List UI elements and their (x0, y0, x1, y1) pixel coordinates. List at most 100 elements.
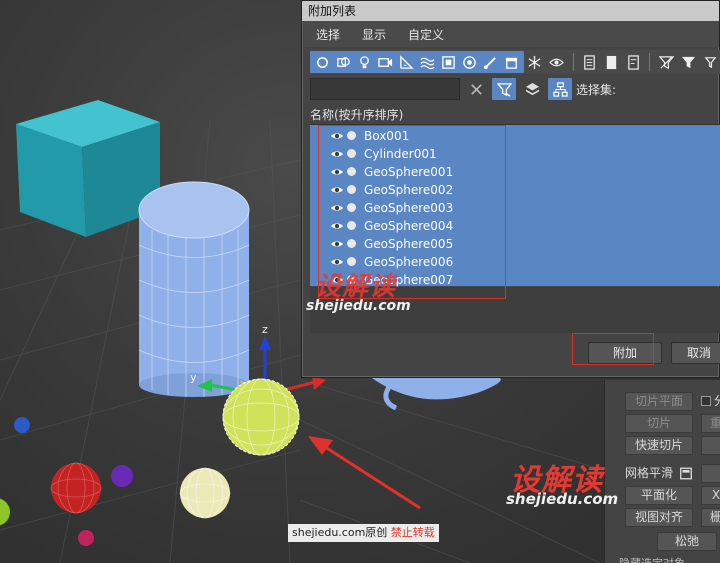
grid-align-button[interactable]: 栅 (701, 508, 720, 527)
list-item[interactable]: GeoSphere003 (310, 199, 720, 217)
groups-filter-icon[interactable] (438, 52, 458, 72)
visibility-eye-icon[interactable] (330, 147, 344, 161)
layers-icon[interactable] (520, 78, 544, 100)
find-row: 选择集: (310, 77, 720, 101)
reset-plane-button[interactable]: 重 (701, 414, 720, 433)
copyright-caption: shejiedu.com原创 禁止转载 (288, 524, 439, 542)
visibility-eye-icon[interactable] (330, 237, 344, 251)
bones-filter-icon[interactable] (480, 52, 500, 72)
helpers-filter-icon[interactable] (396, 52, 416, 72)
filter-icon[interactable] (677, 52, 699, 72)
object-name: GeoSphere005 (364, 237, 454, 251)
object-name: Box001 (364, 129, 410, 143)
object-name: GeoSphere002 (364, 183, 454, 197)
geosphere-selected-object (222, 378, 300, 456)
mesh-smooth-settings-icon[interactable] (679, 466, 693, 480)
hierarchy-icon[interactable] (548, 78, 572, 100)
split-label: 分 (714, 392, 720, 411)
freeze-dot-icon[interactable] (347, 185, 356, 194)
select-all-icon[interactable] (579, 52, 601, 72)
cylinder001-object (138, 181, 250, 397)
object-name: GeoSphere003 (364, 201, 454, 215)
watermark-url: shejiedu.com (306, 298, 411, 314)
freeze-dot-icon[interactable] (347, 203, 356, 212)
geosphere-green-object (0, 498, 10, 526)
freeze-dot-icon[interactable] (347, 167, 356, 176)
hidden-filter-icon[interactable] (546, 52, 568, 72)
freeze-dot-icon[interactable] (347, 131, 356, 140)
object-list[interactable]: Box001 Cylinder001 GeoSphere001 GeoSpher… (310, 124, 720, 287)
cut-button-partial[interactable] (701, 436, 720, 455)
list-item[interactable]: Cylinder001 (310, 145, 720, 163)
cameras-filter-icon[interactable] (375, 52, 395, 72)
relax-button[interactable]: 松弛 (657, 532, 717, 551)
menu-display[interactable]: 显示 (362, 26, 386, 43)
shapes-filter-icon[interactable] (333, 52, 353, 72)
hide-selected-partial[interactable]: 隐藏选定对象 (619, 554, 685, 563)
slice-button[interactable]: 切片 (625, 414, 693, 433)
box001-object (16, 100, 160, 237)
list-item[interactable]: GeoSphere004 (310, 217, 720, 235)
list-item[interactable]: GeoSphere002 (310, 181, 720, 199)
tessellate-button-partial[interactable] (701, 464, 720, 483)
lights-filter-icon[interactable] (354, 52, 374, 72)
split-checkbox[interactable] (701, 396, 711, 406)
list-item[interactable]: GeoSphere001 (310, 163, 720, 181)
freeze-dot-icon[interactable] (347, 149, 356, 158)
caption-site: shejiedu.com原创 (292, 526, 388, 539)
teapot-object (372, 378, 501, 411)
frozen-filter-icon[interactable] (524, 52, 546, 72)
view-align-button[interactable]: 视图对齐 (625, 508, 693, 527)
annotation-arrow (308, 436, 421, 510)
list-item[interactable]: GeoSphere005 (310, 235, 720, 253)
filter-options-icon[interactable] (699, 52, 720, 72)
mesh-smooth-label: 网格平滑 (625, 466, 674, 480)
visibility-eye-icon[interactable] (330, 201, 344, 215)
watermark-url-large: shejiedu.com (506, 490, 619, 508)
planarize-x-button[interactable]: X (701, 486, 720, 505)
toolbar-separator (649, 53, 651, 71)
command-panel: 切片平面 分 切片 重 快速切片 网格平滑 平面化 X 视图对齐 栅 松弛 隐藏… (604, 380, 720, 563)
geometry-filter-icon[interactable] (312, 52, 332, 72)
dialog-title[interactable]: 附加列表 (302, 1, 719, 21)
attach-list-dialog: 附加列表 选择 显示 自定义 选择集: 名称(按升序排序) Box001 Cyl… (301, 0, 720, 378)
xrefs-filter-icon[interactable] (459, 52, 479, 72)
slice-plane-button[interactable]: 切片平面 (625, 392, 693, 411)
find-input[interactable] (310, 78, 460, 100)
select-none-icon[interactable] (601, 52, 623, 72)
visibility-eye-icon[interactable] (330, 129, 344, 143)
menu-customize[interactable]: 自定义 (408, 26, 444, 43)
planarize-button[interactable]: 平面化 (625, 486, 693, 505)
quick-slice-button[interactable]: 快速切片 (625, 436, 693, 455)
axis-z-label: z (262, 323, 268, 336)
geosphere-pink-object (78, 530, 94, 546)
clear-search-icon[interactable] (464, 78, 488, 100)
visibility-eye-icon[interactable] (330, 219, 344, 233)
object-name: GeoSphere001 (364, 165, 454, 179)
cancel-button[interactable]: 取消 (671, 342, 720, 364)
attach-button[interactable]: 附加 (588, 342, 662, 364)
geosphere-red-object (50, 462, 102, 514)
space-warps-filter-icon[interactable] (417, 52, 437, 72)
caption-warning: 禁止转载 (390, 526, 435, 539)
name-column-header[interactable]: 名称(按升序排序) (310, 106, 403, 123)
menu-select[interactable]: 选择 (316, 26, 340, 43)
dialog-menu-bar: 选择 显示 自定义 (304, 21, 719, 47)
axis-y-label: y (190, 371, 197, 384)
object-name: Cylinder001 (364, 147, 437, 161)
freeze-dot-icon[interactable] (347, 257, 356, 266)
list-item[interactable]: Box001 (310, 127, 720, 145)
containers-filter-icon[interactable] (501, 52, 521, 72)
geosphere-cream-object (179, 467, 231, 519)
invert-selection-icon[interactable] (623, 52, 645, 72)
toolbar-separator (572, 53, 574, 71)
filter-active-icon[interactable] (492, 78, 516, 100)
visibility-eye-icon[interactable] (330, 165, 344, 179)
filter-toolbar (310, 50, 720, 74)
filter-toggle-icon[interactable] (655, 52, 677, 72)
freeze-dot-icon[interactable] (347, 239, 356, 248)
freeze-dot-icon[interactable] (347, 221, 356, 230)
geosphere-blue-object (14, 417, 30, 433)
object-name: GeoSphere004 (364, 219, 454, 233)
visibility-eye-icon[interactable] (330, 183, 344, 197)
